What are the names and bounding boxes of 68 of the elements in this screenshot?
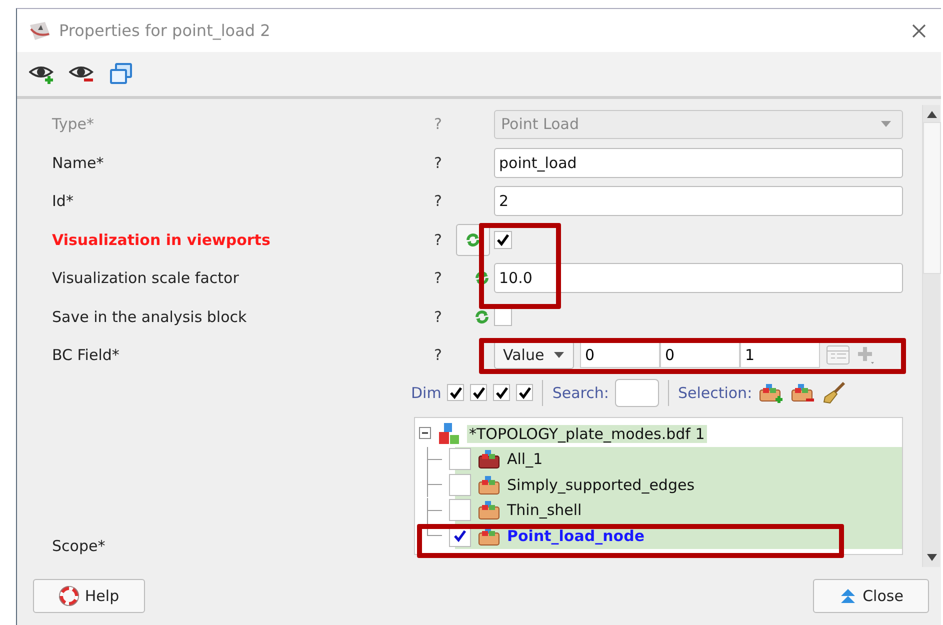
help-link[interactable]: ? bbox=[422, 230, 454, 249]
field-label: Visualization scale factor bbox=[52, 269, 240, 288]
box-icon bbox=[477, 448, 501, 470]
tree-item[interactable]: Thin_shell bbox=[507, 501, 582, 520]
value-field[interactable]: 1 bbox=[740, 342, 820, 368]
tree-connector bbox=[427, 446, 443, 472]
app-logo-icon bbox=[29, 20, 51, 40]
field-label: Scope* bbox=[52, 536, 106, 554]
check-icon bbox=[472, 386, 486, 400]
box-plus-icon[interactable] bbox=[758, 382, 784, 404]
dimension-checkbox[interactable] bbox=[470, 384, 488, 401]
value-field[interactable]: 0 bbox=[580, 342, 660, 368]
field-label: Name* bbox=[52, 154, 105, 172]
text-field[interactable]: point_load bbox=[494, 148, 903, 178]
caret-icon bbox=[880, 120, 892, 128]
check-icon bbox=[494, 386, 509, 400]
text-field[interactable]: 2 bbox=[494, 186, 903, 216]
tree-checkbox[interactable] bbox=[449, 499, 471, 522]
scrollbar[interactable] bbox=[922, 105, 940, 567]
search-field[interactable] bbox=[614, 378, 659, 406]
box-icon bbox=[477, 474, 501, 496]
window-title: Properties for point_load 2 bbox=[59, 21, 272, 40]
check-icon bbox=[496, 232, 510, 247]
text-field[interactable]: 10.0 bbox=[494, 263, 903, 294]
mode-dropdown[interactable]: Value bbox=[494, 341, 574, 370]
field-label: Save in the analysis block bbox=[52, 308, 248, 326]
help-link[interactable]: ? bbox=[422, 154, 454, 172]
field-label: Id* bbox=[52, 192, 74, 210]
help-link[interactable]: ? bbox=[422, 346, 454, 364]
tree-checkbox[interactable] bbox=[449, 448, 471, 470]
field-label: BC Field* bbox=[52, 346, 120, 364]
chevron-up-icon bbox=[838, 587, 857, 605]
close-icon[interactable] bbox=[911, 22, 927, 38]
windows-icon[interactable] bbox=[109, 63, 133, 85]
tree-item[interactable]: All_1 bbox=[507, 450, 543, 468]
dimension-checkbox[interactable] bbox=[516, 384, 534, 401]
field-label: Type* bbox=[52, 115, 95, 134]
scroll-up-icon[interactable] bbox=[926, 111, 936, 118]
scroll-thumb[interactable] bbox=[922, 122, 940, 274]
search-label: Search: bbox=[552, 384, 609, 402]
box-minus-icon[interactable] bbox=[790, 382, 816, 404]
tree-item[interactable]: *TOPOLOGY_plate_modes.bdf 1 bbox=[467, 425, 707, 443]
checkbox[interactable] bbox=[494, 230, 512, 249]
tree-checkbox[interactable] bbox=[449, 474, 471, 496]
selection-label: Selection: bbox=[678, 384, 752, 402]
refresh-icon bbox=[465, 232, 481, 248]
dimension-checkbox[interactable] bbox=[493, 384, 510, 401]
broom-icon[interactable] bbox=[822, 382, 846, 404]
check-icon bbox=[448, 386, 463, 400]
dim-label: Dim bbox=[411, 384, 442, 402]
caret-icon bbox=[553, 351, 565, 360]
help-button[interactable]: Help bbox=[33, 579, 145, 613]
refresh-icon[interactable] bbox=[474, 308, 490, 325]
field-label: Visualization in viewports bbox=[52, 230, 272, 249]
check-icon bbox=[518, 386, 532, 400]
check-icon bbox=[453, 528, 467, 543]
box-icon bbox=[477, 499, 501, 522]
scroll-down-icon[interactable] bbox=[926, 554, 936, 561]
blocks-icon bbox=[437, 422, 461, 446]
help-link[interactable]: ? bbox=[422, 308, 454, 326]
refresh-icon[interactable] bbox=[474, 270, 490, 286]
close-button[interactable]: Close bbox=[813, 579, 929, 613]
tree-connector bbox=[427, 472, 443, 498]
help-link[interactable]: ? bbox=[422, 192, 454, 210]
help-link[interactable]: ? bbox=[422, 269, 454, 288]
dimension-checkbox[interactable] bbox=[447, 384, 464, 401]
value-field[interactable]: 0 bbox=[660, 342, 740, 368]
lifebuoy-icon bbox=[58, 586, 79, 606]
